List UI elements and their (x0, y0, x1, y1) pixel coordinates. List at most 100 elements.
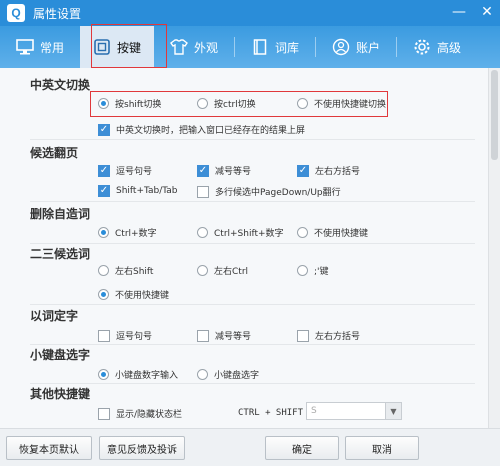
checkbox[interactable] (98, 185, 110, 197)
gear-icon (413, 38, 431, 56)
radio-button[interactable] (297, 227, 308, 238)
radio-ctrl-switch[interactable]: 按ctrl切换 (197, 97, 256, 110)
radio-delete-ctrl-num[interactable]: Ctrl+数字 (98, 226, 157, 239)
radio-button[interactable] (98, 227, 109, 238)
section-title: 其他快捷键 (30, 387, 91, 401)
checkbox[interactable] (98, 123, 110, 136)
radio-delete-ctrl-shift-num[interactable]: Ctrl+Shift+数字 (197, 226, 284, 239)
option-label: 不使用快捷键切换 (314, 100, 387, 110)
tab-label: 外观 (193, 40, 218, 55)
tab-advanced[interactable]: 高级 (397, 26, 477, 68)
tab-label: 高级 (436, 40, 461, 55)
tab-keys[interactable]: 按键 (80, 26, 154, 68)
radio-numpad-select[interactable]: 小键盘选字 (197, 368, 259, 381)
radio-button[interactable] (98, 265, 109, 276)
tab-lexicon[interactable]: 词库 (235, 26, 315, 68)
section-divider (30, 201, 475, 202)
check-word-pick-minus[interactable]: 减号等号 (197, 329, 251, 342)
section-title: 二三候选词 (30, 247, 91, 261)
checkbox[interactable] (197, 164, 209, 177)
radio-delete-no-hotkey[interactable]: 不使用快捷键 (297, 226, 368, 239)
radio-second-third-semicolon[interactable]: ;'键 (297, 264, 329, 277)
option-label: ;'键 (314, 267, 329, 277)
check-paging-shift-tab[interactable]: Shift+Tab/Tab (98, 185, 178, 197)
section-divider (30, 243, 475, 244)
minimize-button[interactable]: — (452, 4, 466, 20)
radio-button[interactable] (197, 369, 208, 380)
radio-button[interactable] (297, 98, 308, 109)
checkbox[interactable] (98, 329, 110, 342)
scroll-thumb[interactable] (491, 70, 498, 160)
tab-account[interactable]: 账户 (316, 26, 396, 68)
hotkey-select[interactable]: S ▼ (306, 402, 402, 420)
check-paging-pagedown[interactable]: 多行候选中PageDown/Up翻行 (197, 185, 341, 198)
section-divider (30, 383, 475, 384)
tab-label: 按键 (116, 40, 141, 55)
option-label: 左右Ctrl (214, 267, 249, 277)
dialog-footer: 恢复本页默认 意见反馈及投诉 确定 取消 (0, 428, 500, 466)
check-word-pick-comma[interactable]: 逗号句号 (98, 329, 152, 342)
checkbox[interactable] (98, 407, 110, 420)
chevron-down-icon[interactable]: ▼ (385, 403, 401, 419)
radio-button[interactable] (197, 227, 208, 238)
option-label: 左右Shift (115, 267, 154, 277)
option-label: 不使用快捷键 (115, 291, 170, 301)
option-label: 小键盘数字输入 (115, 371, 179, 381)
hotkey-value: S (311, 406, 317, 416)
section-divider (30, 304, 475, 305)
tab-common[interactable]: 常用 (0, 26, 80, 68)
radio-button[interactable] (98, 98, 109, 109)
checkbox[interactable] (297, 164, 309, 177)
radio-button[interactable] (297, 265, 308, 276)
checkbox[interactable] (197, 329, 209, 342)
radio-button[interactable] (98, 369, 109, 380)
app-logo: Q (7, 4, 25, 22)
section-title: 以词定字 (30, 309, 79, 323)
option-label: 多行候选中PageDown/Up翻行 (215, 188, 341, 198)
radio-no-hotkey-switch[interactable]: 不使用快捷键切换 (297, 97, 386, 110)
radio-shift-switch[interactable]: 按shift切换 (98, 97, 161, 110)
feedback-button[interactable]: 意见反馈及投诉 (99, 436, 185, 460)
radio-second-third-ctrl[interactable]: 左右Ctrl (197, 264, 248, 277)
radio-second-third-none[interactable]: 不使用快捷键 (98, 288, 169, 301)
option-label: 左右方括号 (315, 167, 361, 177)
checkbox[interactable] (197, 185, 209, 198)
option-label: 不使用快捷键 (314, 229, 369, 239)
cancel-button[interactable]: 取消 (345, 436, 419, 460)
check-commit-on-switch[interactable]: 中英文切换时，把输入窗口已经存在的结果上屏 (98, 123, 305, 136)
restore-defaults-button[interactable]: 恢复本页默认 (6, 436, 92, 460)
section-title: 小键盘选字 (30, 348, 91, 362)
ok-button[interactable]: 确定 (265, 436, 339, 460)
book-icon (251, 38, 269, 56)
section-title: 删除自造词 (30, 207, 91, 221)
check-word-pick-bracket[interactable]: 左右方括号 (297, 329, 360, 342)
option-label: 显示/隐藏状态栏 (116, 410, 183, 420)
keyboard-icon (93, 38, 111, 56)
option-label: Shift+Tab/Tab (116, 186, 178, 196)
section-divider (30, 139, 475, 140)
option-label: 减号等号 (215, 167, 252, 177)
radio-button[interactable] (197, 98, 208, 109)
option-label: 减号等号 (215, 332, 252, 342)
radio-second-third-shift[interactable]: 左右Shift (98, 264, 153, 277)
checkbox[interactable] (98, 164, 110, 177)
radio-numpad-input[interactable]: 小键盘数字输入 (98, 368, 178, 381)
close-button[interactable]: ✕ (480, 4, 494, 20)
scrollbar[interactable] (488, 68, 500, 428)
tab-appearance[interactable]: 外观 (154, 26, 234, 68)
section-title: 中英文切换 (30, 78, 91, 92)
option-label: 左右方括号 (315, 332, 361, 342)
option-label: 逗号句号 (116, 167, 153, 177)
check-paging-minus[interactable]: 减号等号 (197, 164, 251, 177)
check-paging-bracket[interactable]: 左右方括号 (297, 164, 360, 177)
check-toggle-statusbar[interactable]: 显示/隐藏状态栏 (98, 407, 182, 420)
checkbox[interactable] (297, 329, 309, 342)
user-icon (332, 38, 350, 56)
radio-button[interactable] (197, 265, 208, 276)
window-title: 属性设置 (33, 6, 82, 21)
option-label: 中英文切换时，把输入窗口已经存在的结果上屏 (116, 126, 306, 136)
check-paging-comma[interactable]: 逗号句号 (98, 164, 152, 177)
monitor-icon (16, 38, 34, 56)
option-label: Ctrl+数字 (115, 229, 157, 239)
radio-button[interactable] (98, 289, 109, 300)
